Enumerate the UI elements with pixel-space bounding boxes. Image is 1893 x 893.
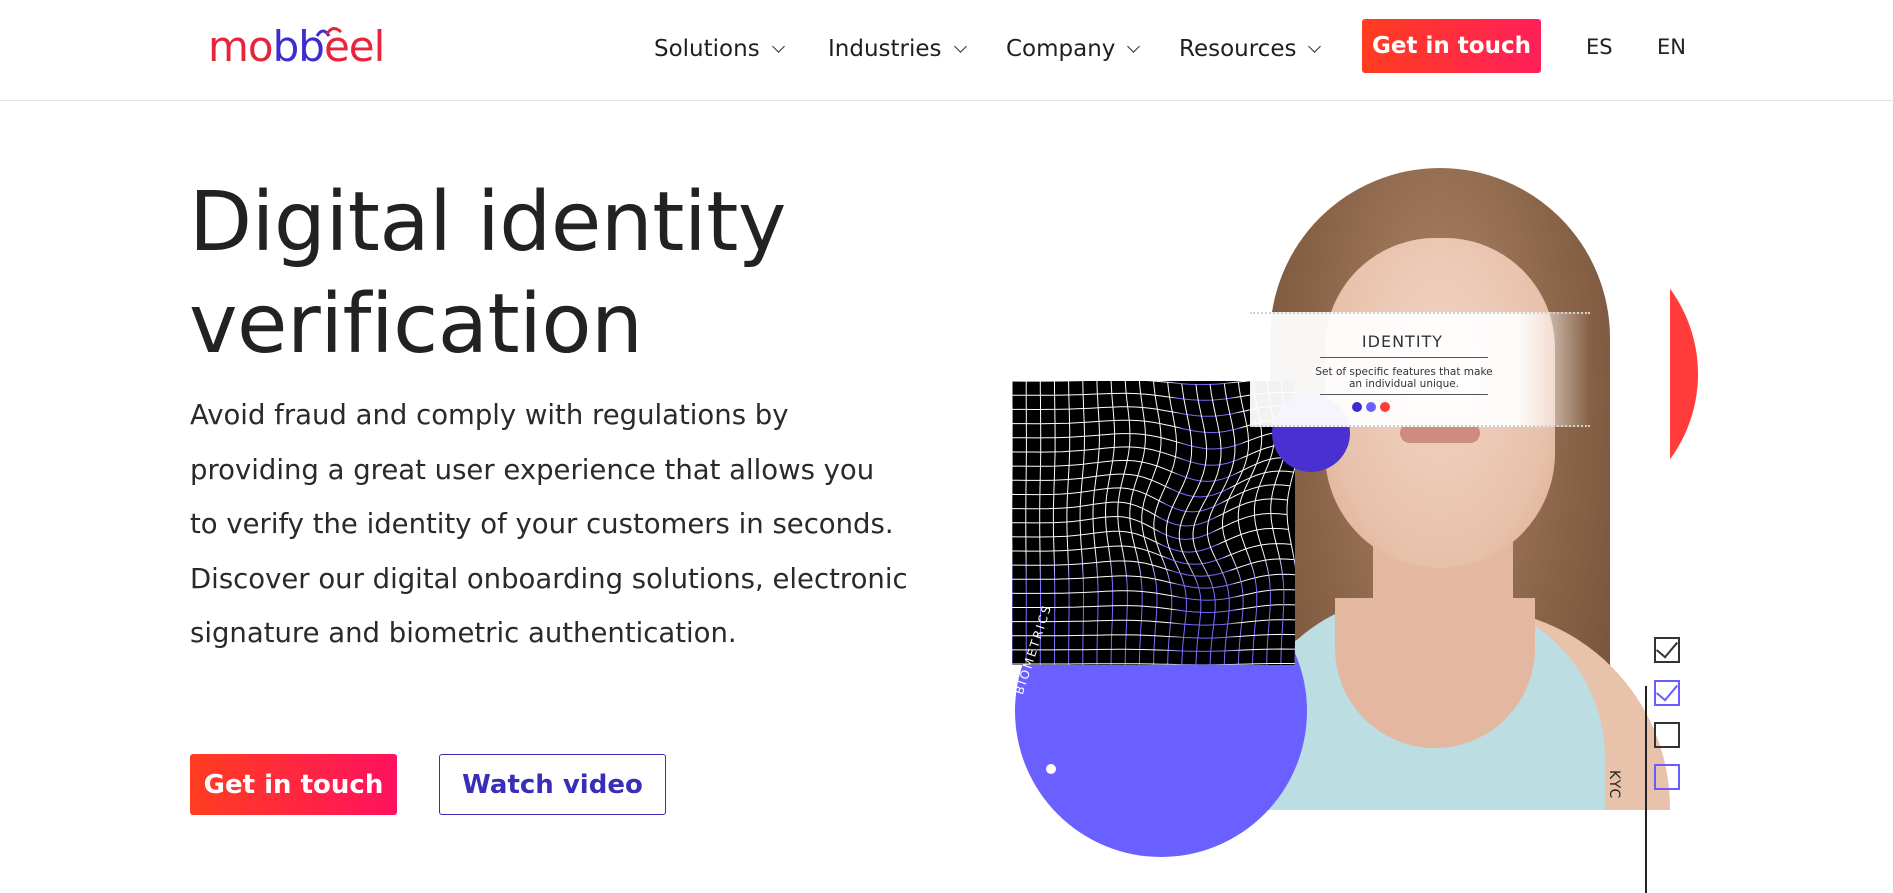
identity-dot xyxy=(1366,402,1376,412)
watch-video-button[interactable]: Watch video xyxy=(439,754,666,815)
chevron-down-icon xyxy=(771,39,785,53)
nav-solutions[interactable]: Solutions xyxy=(654,30,785,68)
identity-dot xyxy=(1380,402,1390,412)
checked-checkbox-icon xyxy=(1654,678,1680,706)
site-header: mobbeel Solutions Industries Company Res… xyxy=(0,0,1893,101)
nav-company[interactable]: Company xyxy=(1006,30,1141,68)
language-en-link[interactable]: EN xyxy=(1657,30,1686,64)
empty-checkbox-icon xyxy=(1654,722,1680,748)
identity-card-text: Set of specific features that make an in… xyxy=(1315,366,1493,390)
hero-title: Digital identity verification xyxy=(189,172,889,376)
kyc-label: KYC xyxy=(1606,770,1622,800)
chevron-down-icon xyxy=(1308,39,1322,53)
chevron-down-icon xyxy=(953,39,967,53)
get-in-touch-button[interactable]: Get in touch xyxy=(190,754,397,815)
nav-industries[interactable]: Industries xyxy=(828,30,967,68)
hero-description: Avoid fraud and comply with regulations … xyxy=(190,399,908,649)
kyc-vertical-line xyxy=(1645,686,1647,893)
nav-resources[interactable]: Resources xyxy=(1179,30,1322,68)
empty-checkbox-icon xyxy=(1654,764,1680,790)
biometrics-dot xyxy=(1046,764,1056,774)
mobbeel-logo[interactable]: mobbeel xyxy=(208,22,385,72)
language-es-link[interactable]: ES xyxy=(1586,30,1613,64)
identity-dot xyxy=(1352,402,1362,412)
nav-resources-label: Resources xyxy=(1179,36,1297,62)
hero-title-line1: Digital identity xyxy=(189,175,786,270)
header-get-in-touch-button[interactable]: Get in touch xyxy=(1362,19,1541,73)
nav-industries-label: Industries xyxy=(828,36,942,62)
hero-title-line2: verification xyxy=(189,277,643,372)
logo-wave-icon xyxy=(315,27,343,37)
identity-card-divider xyxy=(1320,394,1488,395)
checked-checkbox-icon xyxy=(1654,635,1680,663)
identity-card-divider xyxy=(1320,357,1488,358)
nav-company-label: Company xyxy=(1006,36,1116,62)
chevron-down-icon xyxy=(1127,39,1141,53)
identity-card-title: IDENTITY xyxy=(1361,332,1444,351)
logo-text: mobbeel xyxy=(208,22,385,71)
nav-solutions-label: Solutions xyxy=(654,36,760,62)
